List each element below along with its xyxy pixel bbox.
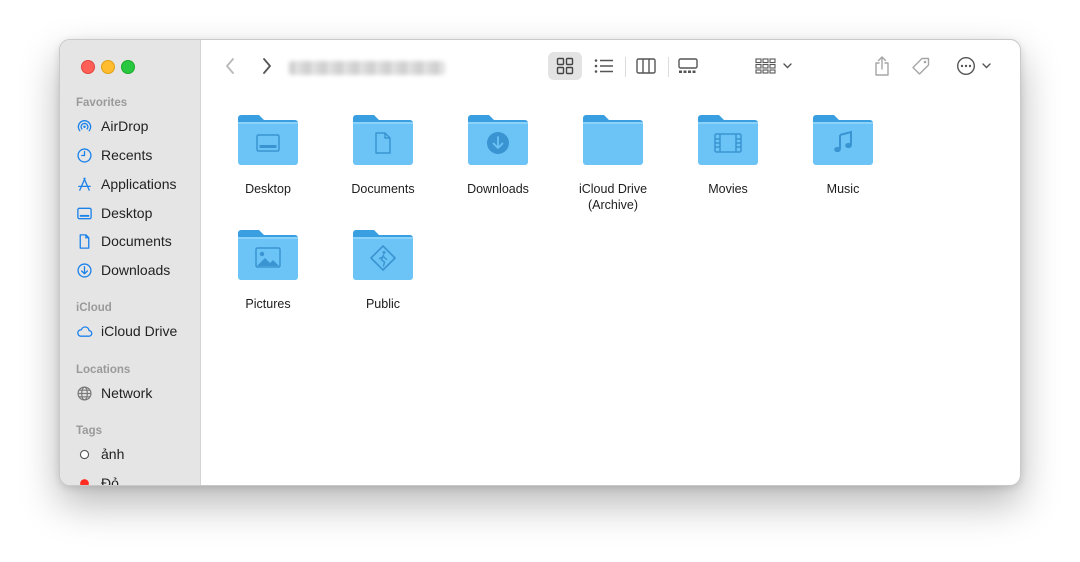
folder-icon <box>696 112 760 173</box>
folder-label: Downloads <box>467 182 529 196</box>
chevron-right-icon <box>262 58 272 74</box>
folder-icon <box>466 112 530 173</box>
sidebar-item-desktop[interactable]: Desktop <box>76 202 152 224</box>
folder-icloud-drive-archive[interactable]: iCloud Drive (Archive) <box>563 112 663 213</box>
folder-icon <box>581 112 645 173</box>
folder-movies[interactable]: Movies <box>678 112 778 197</box>
group-by-button[interactable] <box>751 52 795 80</box>
group-icon <box>754 58 777 74</box>
tag-dot-icon <box>76 475 93 485</box>
chevron-down-icon <box>782 63 792 69</box>
sidebar-item-applications[interactable]: Applications <box>76 173 177 195</box>
sidebar-item-label: iCloud Drive <box>101 323 178 339</box>
folder-documents[interactable]: Documents <box>333 112 433 197</box>
sidebar-item-label: Recents <box>101 147 153 163</box>
forward-button[interactable] <box>256 55 278 77</box>
share-icon <box>874 56 890 76</box>
gallery-view-button[interactable] <box>671 52 705 80</box>
document-icon <box>76 233 93 250</box>
back-button[interactable] <box>219 55 241 77</box>
sidebar-item-label: Documents <box>101 233 172 249</box>
sidebar-item-recents[interactable]: Recents <box>76 144 152 166</box>
close-window-button[interactable] <box>81 60 95 74</box>
folder-label: Documents <box>351 182 415 196</box>
applications-icon <box>76 176 93 193</box>
sidebar-item-documents[interactable]: Documents <box>76 230 172 252</box>
toolbar <box>201 40 1020 92</box>
sidebar-item-label: Downloads <box>101 262 171 278</box>
list-icon <box>594 58 614 74</box>
finder-window: Favorites AirDrop Recents Applications D… <box>59 39 1021 486</box>
minimize-window-button[interactable] <box>101 60 115 74</box>
folder-icon <box>351 112 415 173</box>
folder-icon <box>811 112 875 173</box>
share-button[interactable] <box>869 52 895 80</box>
file-grid: Desktop Documents Downloads iCloud Drive… <box>201 92 1020 485</box>
clock-icon <box>76 147 93 164</box>
chevron-down-icon <box>981 63 991 69</box>
airdrop-icon <box>76 118 93 135</box>
sidebar-item-tag-do[interactable]: Đỏ <box>76 472 119 486</box>
gallery-icon <box>678 58 698 74</box>
list-view-button[interactable] <box>587 52 621 80</box>
locations-heading: Locations <box>76 364 131 376</box>
sidebar-item-network[interactable]: Network <box>76 382 152 404</box>
sidebar-item-label: Đỏ <box>101 475 119 486</box>
column-view-button[interactable] <box>629 52 663 80</box>
folder-label: Public <box>365 297 401 311</box>
folder-icon <box>351 227 415 288</box>
sidebar-item-label: AirDrop <box>101 118 149 134</box>
globe-icon <box>76 385 93 402</box>
sidebar-item-label: Desktop <box>101 205 153 221</box>
chevron-left-icon <box>225 58 235 74</box>
icon-view-button[interactable] <box>548 52 582 80</box>
more-actions-button[interactable] <box>951 52 995 80</box>
folder-icon <box>236 112 300 173</box>
sidebar-item-airdrop[interactable]: AirDrop <box>76 115 148 137</box>
separator <box>625 57 626 77</box>
sidebar-item-tag-anh[interactable]: ảnh <box>76 443 124 465</box>
zoom-window-button[interactable] <box>121 60 135 74</box>
ellipsis-circle-icon <box>956 56 976 76</box>
sidebar: Favorites AirDrop Recents Applications D… <box>60 40 201 485</box>
sidebar-item-label: Applications <box>101 176 177 192</box>
folder-music[interactable]: Music <box>793 112 893 197</box>
sidebar-item-downloads[interactable]: Downloads <box>76 259 170 281</box>
folder-desktop[interactable]: Desktop <box>218 112 318 197</box>
icloud-heading: iCloud <box>76 302 112 314</box>
sidebar-item-label: ảnh <box>101 446 125 462</box>
grid-icon <box>556 57 574 75</box>
tags-button[interactable] <box>907 52 935 80</box>
folder-label: Music <box>826 182 860 196</box>
download-icon <box>76 262 93 279</box>
tag-icon <box>911 56 931 76</box>
folder-label: Desktop <box>245 182 291 196</box>
folder-public[interactable]: Public <box>333 227 433 312</box>
desktop-icon <box>76 205 93 222</box>
folder-icon <box>236 227 300 288</box>
separator <box>668 57 669 77</box>
columns-icon <box>636 58 656 74</box>
folder-label: Pictures <box>245 297 291 311</box>
sidebar-item-label: Network <box>101 385 153 401</box>
cloud-icon <box>76 323 93 340</box>
sidebar-item-icloud-drive[interactable]: iCloud Drive <box>76 320 177 342</box>
folder-pictures[interactable]: Pictures <box>218 227 318 312</box>
folder-downloads[interactable]: Downloads <box>448 112 548 197</box>
tag-dot-icon <box>76 446 93 463</box>
favorites-heading: Favorites <box>76 97 128 109</box>
tags-heading: Tags <box>76 425 102 437</box>
window-title <box>289 61 445 75</box>
folder-label: Movies <box>708 182 748 196</box>
folder-label: iCloud Drive (Archive) <box>578 182 648 212</box>
